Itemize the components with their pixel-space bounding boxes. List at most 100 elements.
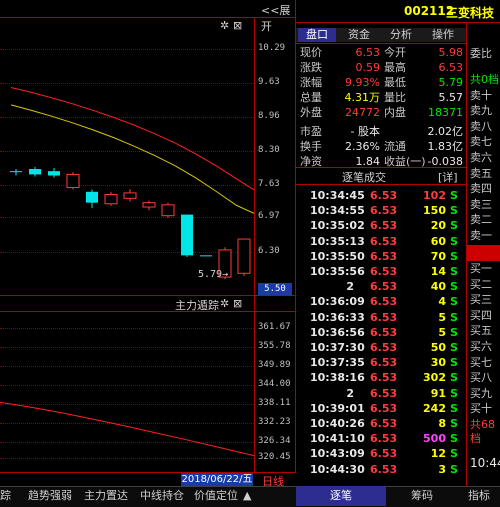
- trade-row[interactable]: 10:39:01 6.53 242 S: [300, 401, 464, 416]
- quote-label: 市盈: [300, 125, 322, 138]
- trades-detail-link[interactable]: [详]: [438, 169, 458, 185]
- triangle-up-icon[interactable]: ▲: [243, 486, 251, 506]
- indicator-tab[interactable]: 踪: [0, 486, 11, 506]
- candle-body[interactable]: [29, 168, 41, 175]
- divider: [296, 184, 466, 185]
- trade-row[interactable]: 10:34:45 6.53 102 S: [300, 188, 464, 203]
- order-book-sell-level[interactable]: 卖八: [470, 120, 500, 134]
- quote-value: 5.98: [438, 46, 464, 59]
- order-book-buy-level[interactable]: 买九: [470, 387, 500, 401]
- candle-body[interactable]: [104, 194, 118, 205]
- order-book-sell-level[interactable]: 卖二: [470, 213, 500, 227]
- order-book-buy-level[interactable]: 买三: [470, 293, 500, 307]
- quote-row: 换手 2.36% 流通 1.83亿: [300, 139, 464, 154]
- order-book-sell-level[interactable]: 卖十: [470, 89, 500, 103]
- order-book-buy-level[interactable]: 买八: [470, 371, 500, 385]
- order-book-buy-level[interactable]: 买七: [470, 356, 500, 370]
- trade-time: 10:39:01: [310, 401, 365, 415]
- trade-time: 10:36:09: [310, 295, 365, 309]
- order-book-sell-level[interactable]: 卖六: [470, 151, 500, 165]
- trade-row[interactable]: 2 6.53 91 S: [300, 386, 464, 401]
- order-book-sell-level[interactable]: 卖五: [470, 167, 500, 181]
- order-book-buy-level[interactable]: 买四: [470, 309, 500, 323]
- order-book-sell-level[interactable]: 卖三: [470, 198, 500, 212]
- candle-body[interactable]: [181, 214, 193, 256]
- candle-body[interactable]: [123, 192, 137, 199]
- order-book-sell-level[interactable]: 卖四: [470, 182, 500, 196]
- indicator-tab[interactable]: 价值定位: [194, 486, 238, 506]
- trade-row[interactable]: 10:41:10 6.53 500 S: [300, 431, 464, 446]
- trade-row[interactable]: 2 6.53 40 S: [300, 279, 464, 294]
- candle-body[interactable]: [86, 191, 98, 203]
- candle-body[interactable]: [161, 204, 175, 217]
- tab-operate[interactable]: 操作: [424, 28, 462, 42]
- gear-icon[interactable]: ✲: [220, 297, 229, 310]
- trade-row[interactable]: 10:36:56 6.53 5 S: [300, 325, 464, 340]
- order-book-buy-level[interactable]: 买六: [470, 340, 500, 354]
- candle-body[interactable]: [10, 171, 22, 173]
- trade-row[interactable]: 10:37:35 6.53 30 S: [300, 355, 464, 370]
- commission-ratio-label: 委比: [470, 47, 492, 60]
- order-book-sell-level[interactable]: 共0档: [470, 73, 500, 87]
- order-book-sell-level[interactable]: 卖七: [470, 135, 500, 149]
- close-icon[interactable]: ⊠: [233, 297, 242, 310]
- price-divider-bar: [467, 245, 500, 261]
- trade-side: S: [450, 189, 458, 202]
- panel-tab[interactable]: 筹码: [386, 486, 458, 506]
- price-tick-label: 6.97: [258, 211, 280, 221]
- panel-border: [295, 0, 296, 486]
- quote-value: - 股本: [350, 125, 380, 138]
- candle-body[interactable]: [200, 255, 212, 257]
- tab-funds[interactable]: 资金: [340, 28, 378, 42]
- trade-row[interactable]: 10:34:55 6.53 150 S: [300, 203, 464, 218]
- order-book-buy-level[interactable]: 买五: [470, 324, 500, 338]
- candle-body[interactable]: [48, 171, 60, 176]
- trade-side: S: [450, 265, 458, 278]
- order-book-buy-level[interactable]: 共68档: [470, 418, 500, 445]
- trade-row[interactable]: 10:43:09 6.53 12 S: [300, 446, 464, 461]
- trade-side: S: [450, 234, 458, 248]
- trade-row[interactable]: 10:38:16 6.53 302 S: [300, 370, 464, 385]
- trade-price: 6.53: [370, 356, 398, 370]
- trade-row[interactable]: 10:37:30 6.53 50 S: [300, 340, 464, 355]
- indicator-tab[interactable]: 趋势强弱: [28, 486, 72, 506]
- trade-volume: 12: [430, 447, 446, 461]
- quote-label: 外盘: [300, 106, 322, 119]
- candle-body[interactable]: [66, 173, 80, 188]
- quote-label: 涨幅: [300, 76, 322, 89]
- trade-row[interactable]: 10:35:02 6.53 20 S: [300, 218, 464, 233]
- trade-row[interactable]: 10:44:30 6.53 3 S: [300, 462, 464, 477]
- current-price-tag: 5.50: [258, 283, 292, 295]
- order-book-buy-level[interactable]: 买二: [470, 278, 500, 292]
- order-book-sell-level[interactable]: 卖九: [470, 104, 500, 118]
- tab-pankou[interactable]: 盘口: [298, 28, 336, 42]
- trade-volume: 302: [423, 371, 446, 385]
- trade-price: 6.53: [370, 341, 398, 354]
- quote-value: 24772: [345, 106, 380, 119]
- trade-row[interactable]: 10:36:09 6.53 4 S: [300, 294, 464, 309]
- divider: [0, 295, 296, 296]
- candle-body[interactable]: [237, 238, 251, 274]
- order-book-buy-level[interactable]: 买十: [470, 402, 500, 416]
- quote-label: 流通: [384, 140, 406, 153]
- trade-price: 6.53: [370, 249, 398, 263]
- candle-body[interactable]: [142, 202, 156, 208]
- panel-tab[interactable]: 指标: [458, 486, 500, 506]
- order-book-sell-level[interactable]: 卖一: [470, 229, 500, 243]
- order-book-buy-level[interactable]: 买一: [470, 262, 500, 276]
- expand-toggle[interactable]: <<展开: [261, 2, 296, 34]
- trade-time: 10:35:02: [310, 219, 365, 233]
- trade-row[interactable]: 10:36:33 6.53 5 S: [300, 310, 464, 325]
- trade-row[interactable]: 10:35:50 6.53 70 S: [300, 249, 464, 264]
- trade-row[interactable]: 10:40:26 6.53 8 S: [300, 416, 464, 431]
- indicator-tab[interactable]: 中线持仓: [140, 486, 184, 506]
- quote-label: 现价: [300, 46, 322, 59]
- quote-label: 今开: [384, 46, 406, 59]
- trade-row[interactable]: 10:35:56 6.53 14 S: [300, 264, 464, 279]
- indicator-tick-label: 344.00: [258, 379, 291, 389]
- trade-volume: 102: [423, 189, 446, 202]
- indicator-tab[interactable]: 主力置达: [84, 486, 128, 506]
- tab-analysis[interactable]: 分析: [382, 28, 420, 42]
- trade-row[interactable]: 10:35:13 6.53 60 S: [300, 234, 464, 249]
- panel-tab[interactable]: 逐笔: [296, 486, 386, 506]
